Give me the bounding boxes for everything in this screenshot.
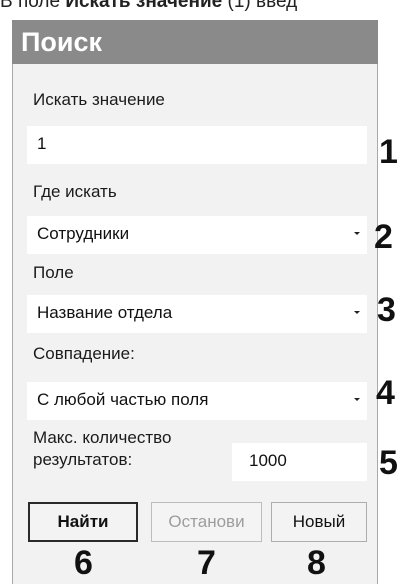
max-results-label: Макс. количество результатов: (33, 427, 171, 471)
field-label: Поле (33, 263, 74, 282)
document-text-prefix: В поле (0, 0, 66, 12)
panel-title: Поиск (12, 20, 378, 64)
search-value-text: 1 (37, 134, 47, 153)
match-label: Совпадение: (33, 344, 135, 363)
document-text-bold: Искать значение (65, 0, 223, 12)
callout-3: 3 (377, 291, 396, 329)
max-results-label-line1: Макс. количество (33, 428, 172, 447)
chevron-down-icon[interactable] (354, 398, 360, 401)
document-text: В поле Искать значение (1) введ (0, 0, 297, 13)
document-text-suffix: (1) введ (222, 0, 298, 12)
max-results-value: 1000 (249, 451, 287, 470)
search-value-input[interactable]: 1 (27, 126, 367, 164)
match-select[interactable]: С любой частью поля (27, 382, 367, 420)
callout-7: 7 (197, 544, 216, 582)
where-select[interactable]: Сотрудники (27, 216, 367, 254)
match-selected-value: С любой частью поля (37, 390, 209, 409)
find-button[interactable]: Найти (28, 502, 138, 542)
callout-1: 1 (379, 133, 398, 171)
callout-2: 2 (374, 218, 393, 256)
page: В поле Искать значение (1) введ Поиск Ис… (0, 0, 403, 584)
field-select[interactable]: Название отдела (27, 295, 367, 333)
field-selected-value: Название отдела (37, 303, 173, 322)
callout-6: 6 (74, 544, 93, 582)
callout-4: 4 (376, 374, 395, 412)
callout-5: 5 (379, 444, 398, 482)
chevron-down-icon[interactable] (354, 311, 360, 314)
max-results-label-line2: результатов: (33, 450, 133, 469)
search-value-label: Искать значение (33, 90, 165, 109)
callout-8: 8 (307, 544, 326, 582)
max-results-input[interactable]: 1000 (232, 443, 367, 481)
new-button[interactable]: Новый (271, 502, 367, 542)
stop-button[interactable]: Останови (151, 502, 262, 542)
where-label: Где искать (33, 182, 117, 201)
where-selected-value: Сотрудники (37, 224, 130, 243)
chevron-down-icon[interactable] (354, 232, 360, 235)
